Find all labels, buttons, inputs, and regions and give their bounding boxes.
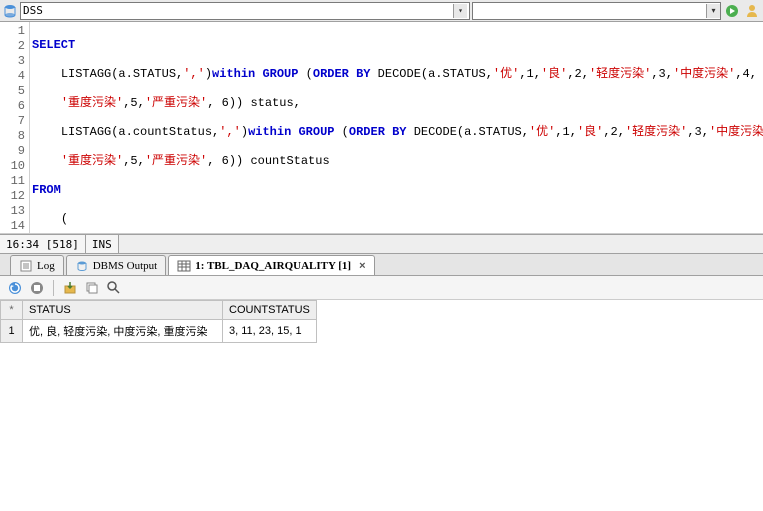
sql-editor: 123 456 789 101112 131415 161718 SELECT … — [0, 22, 763, 234]
cell-countstatus[interactable]: 3, 11, 23, 15, 1 — [223, 320, 317, 343]
cell-status[interactable]: 优, 良, 轻度污染, 中度污染, 重度污染 — [23, 320, 223, 343]
dbms-icon — [75, 259, 89, 273]
user-icon[interactable] — [743, 2, 761, 20]
schema-selector[interactable]: ▾ — [472, 2, 721, 20]
copy-icon[interactable] — [83, 279, 101, 297]
table-row[interactable]: 1 优, 良, 轻度污染, 中度污染, 重度污染 3, 11, 23, 15, … — [1, 320, 317, 343]
cursor-position: 16:34 [518] — [0, 235, 86, 253]
line-gutter: 123 456 789 101112 131415 161718 — [0, 22, 30, 233]
database-icon — [2, 3, 18, 19]
result-grid[interactable]: * STATUS COUNTSTATUS 1 优, 良, 轻度污染, 中度污染,… — [0, 300, 317, 343]
log-icon — [19, 259, 33, 273]
row-number[interactable]: 1 — [1, 320, 23, 343]
export-icon[interactable] — [61, 279, 79, 297]
chevron-down-icon[interactable]: ▾ — [453, 4, 467, 18]
col-countstatus[interactable]: COUNTSTATUS — [223, 301, 317, 320]
status-bar: 16:34 [518] INS — [0, 234, 763, 254]
database-name: DSS — [23, 4, 43, 17]
output-tabs: Log DBMS Output 1: TBL_DAQ_AIRQUALITY [1… — [0, 254, 763, 276]
result-grid-panel: * STATUS COUNTSTATUS 1 优, 良, 轻度污染, 中度污染,… — [0, 300, 763, 511]
grid-icon — [177, 259, 191, 273]
tab-log[interactable]: Log — [10, 255, 64, 275]
tab-result[interactable]: 1: TBL_DAQ_AIRQUALITY [1] × — [168, 255, 374, 275]
connection-toolbar: DSS ▾ ▾ — [0, 0, 763, 22]
tab-dbms-output[interactable]: DBMS Output — [66, 255, 167, 275]
run-icon[interactable] — [723, 2, 741, 20]
database-selector[interactable]: DSS ▾ — [20, 2, 470, 20]
insert-mode: INS — [86, 235, 119, 253]
chevron-down-icon[interactable]: ▾ — [706, 4, 720, 18]
find-icon[interactable] — [105, 279, 123, 297]
code-area[interactable]: SELECT LISTAGG(a.STATUS,',')within GROUP… — [30, 22, 763, 233]
refresh-icon[interactable] — [6, 279, 24, 297]
result-toolbar — [0, 276, 763, 300]
close-icon[interactable]: × — [359, 260, 365, 272]
stop-icon[interactable] — [28, 279, 46, 297]
col-status[interactable]: STATUS — [23, 301, 223, 320]
row-header-star[interactable]: * — [1, 301, 23, 320]
